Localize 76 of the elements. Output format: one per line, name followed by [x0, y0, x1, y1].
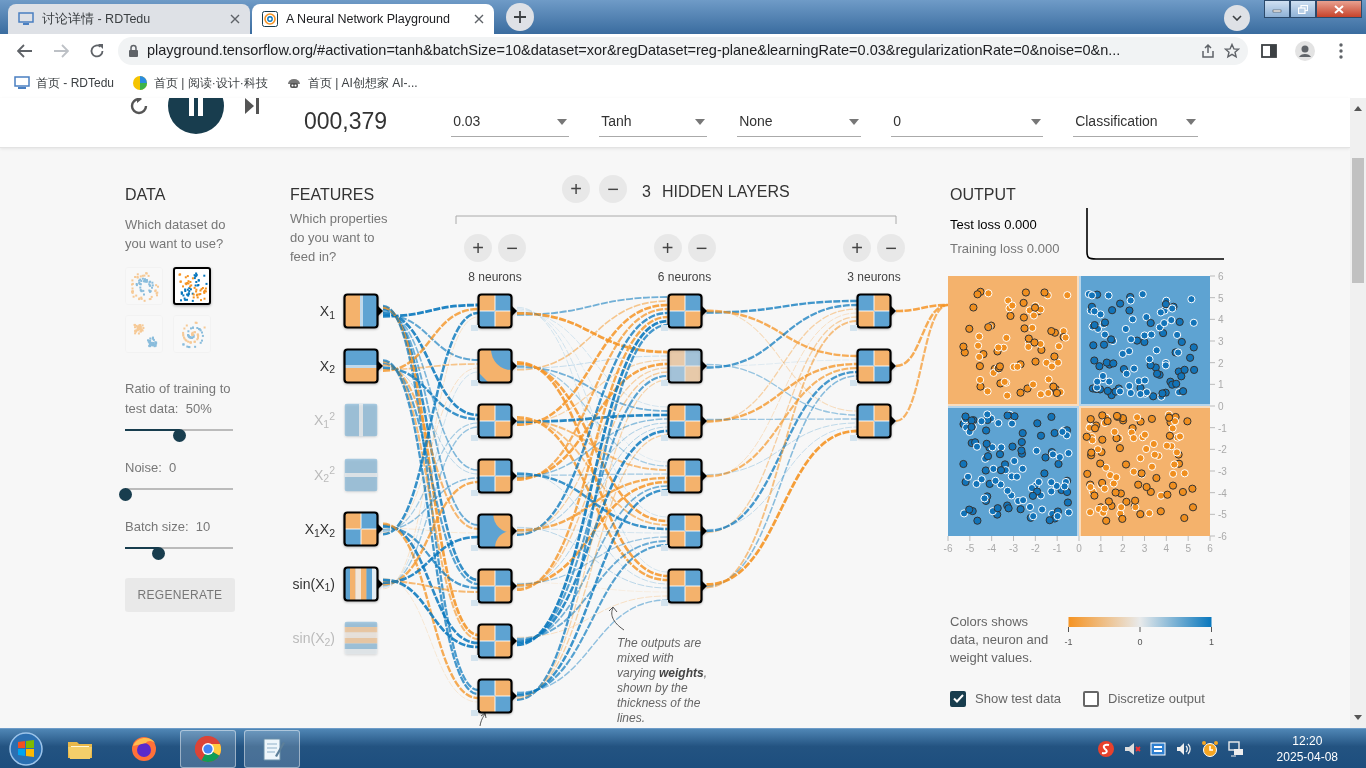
- annotation-text: The outputs are mixed with varying weights, shown by the thickness of the lines.: [617, 636, 709, 726]
- feature-label: X$_{1}$: [318, 302, 335, 322]
- section-title: DATA: [125, 185, 167, 205]
- remove-neuron-button[interactable]: −: [687, 234, 716, 262]
- dropdown[interactable]: None: [737, 107, 862, 137]
- axis-tick-label: -5: [1218, 509, 1227, 521]
- training-loss: Training loss 0.000: [950, 239, 1061, 258]
- section-prompt: Which properties do you want to feed in?: [290, 210, 389, 266]
- axis-tick-label: 0: [1218, 401, 1224, 412]
- axis-tick-label: -3: [1009, 543, 1018, 554]
- feature-label: sin(X$_{2}$): [291, 629, 335, 649]
- axis-tick-label: -6: [1218, 531, 1227, 542]
- dropdown[interactable]: 0.03: [451, 107, 570, 137]
- address-bar[interactable]: playground.tensorflow.org/#activation=tanh&batchSize=10&dataset=xor&regDataset=reg-plane&learningRate=0.03&regularizationRate=0&noise=0&n...: [118, 37, 1248, 65]
- checkbox[interactable]: Show test data: [950, 689, 1061, 709]
- clock-time: 12:20: [1291, 732, 1324, 749]
- checkbox[interactable]: Discretize output: [1083, 689, 1205, 709]
- browser-tab[interactable]: A Neural Network Playground: [252, 4, 494, 34]
- axis-tick-label: -4: [987, 543, 997, 554]
- legend-text: Colors shows data, neuron and weight values.: [950, 613, 1050, 667]
- neuron-count: 6 neurons: [657, 269, 712, 286]
- axis-tick-label: 6: [1218, 271, 1224, 282]
- remove-neuron-button[interactable]: −: [498, 234, 526, 262]
- add-neuron-button[interactable]: +: [464, 234, 492, 262]
- layer-count: 3: [642, 182, 651, 202]
- remove-layer-button[interactable]: −: [599, 175, 627, 203]
- axis-tick-label: 5: [1218, 292, 1224, 304]
- axis-tick-label: -2: [1030, 543, 1040, 554]
- neuron-count: 3 neurons: [847, 269, 901, 286]
- legend-tick-label: 0: [1137, 637, 1143, 647]
- section-prompt: Which dataset do you want to use?: [125, 216, 227, 253]
- axis-tick-label: -4: [1218, 487, 1227, 499]
- add-neuron-button[interactable]: +: [843, 234, 871, 262]
- test-loss: Test loss 0.000: [950, 216, 1038, 234]
- dropdown[interactable]: Classification: [1073, 107, 1199, 137]
- feature-label: sin(X$_{1}$): [291, 574, 335, 595]
- axis-tick-label: 5: [1185, 543, 1191, 554]
- bookmark[interactable]: 首页 | AI创想家 AI-...: [285, 74, 418, 92]
- browser-tab[interactable]: 讨论详情 - RDTedu: [8, 4, 250, 34]
- clock-date: 2025-04-08: [1276, 748, 1338, 765]
- neuron-count: 8 neurons: [468, 269, 522, 286]
- legend-tick-label: 1: [1209, 637, 1214, 647]
- axis-tick-label: 1: [1098, 543, 1104, 554]
- section-title: OUTPUT: [950, 185, 1017, 205]
- axis-tick-label: -3: [1218, 466, 1227, 477]
- feature-label: X$_{2}$: [318, 356, 335, 377]
- remove-neuron-button[interactable]: −: [877, 234, 905, 262]
- axis-tick-label: -5: [965, 543, 975, 554]
- section-title: FEATURES: [290, 185, 375, 205]
- dropdown[interactable]: 0: [891, 107, 1044, 137]
- axis-tick-label: 3: [1218, 336, 1224, 347]
- regenerate-button[interactable]: REGENERATE: [125, 578, 235, 612]
- axis-tick-label: 2: [1119, 543, 1126, 554]
- dropdown[interactable]: Tanh: [599, 107, 708, 137]
- axis-tick-label: 4: [1218, 314, 1224, 326]
- axis-tick-label: 4: [1163, 543, 1170, 554]
- slider-label: Ratio of training to test data: 50%: [125, 380, 232, 418]
- epoch-counter: 000,379: [304, 106, 388, 136]
- bookmark[interactable]: 首页 - RDTedu: [14, 74, 115, 92]
- axis-tick-label: -2: [1218, 444, 1227, 456]
- axis-tick-label: 6: [1207, 543, 1213, 554]
- axis-tick-label: -1: [1218, 422, 1227, 434]
- axis-tick-label: -1: [1052, 543, 1062, 554]
- axis-tick-label: 2: [1218, 357, 1224, 369]
- add-layer-button[interactable]: +: [562, 175, 590, 203]
- legend-tick-label: -1: [1064, 637, 1073, 647]
- feature-label: X$_{1}$X$_{2}$: [303, 520, 335, 540]
- axis-tick-label: -6: [943, 543, 953, 554]
- add-neuron-button[interactable]: +: [653, 234, 682, 262]
- axis-tick-label: 0: [1076, 543, 1082, 554]
- axis-tick-label: 1: [1218, 379, 1224, 391]
- bookmark[interactable]: 首页 | 阅读·设计·科技: [132, 74, 268, 92]
- axis-tick-label: 3: [1141, 543, 1148, 554]
- slider-label: Batch size: 10: [125, 518, 212, 536]
- section-title: HIDDEN LAYERS: [662, 182, 790, 202]
- slider-label: Noise: 0: [125, 459, 178, 477]
